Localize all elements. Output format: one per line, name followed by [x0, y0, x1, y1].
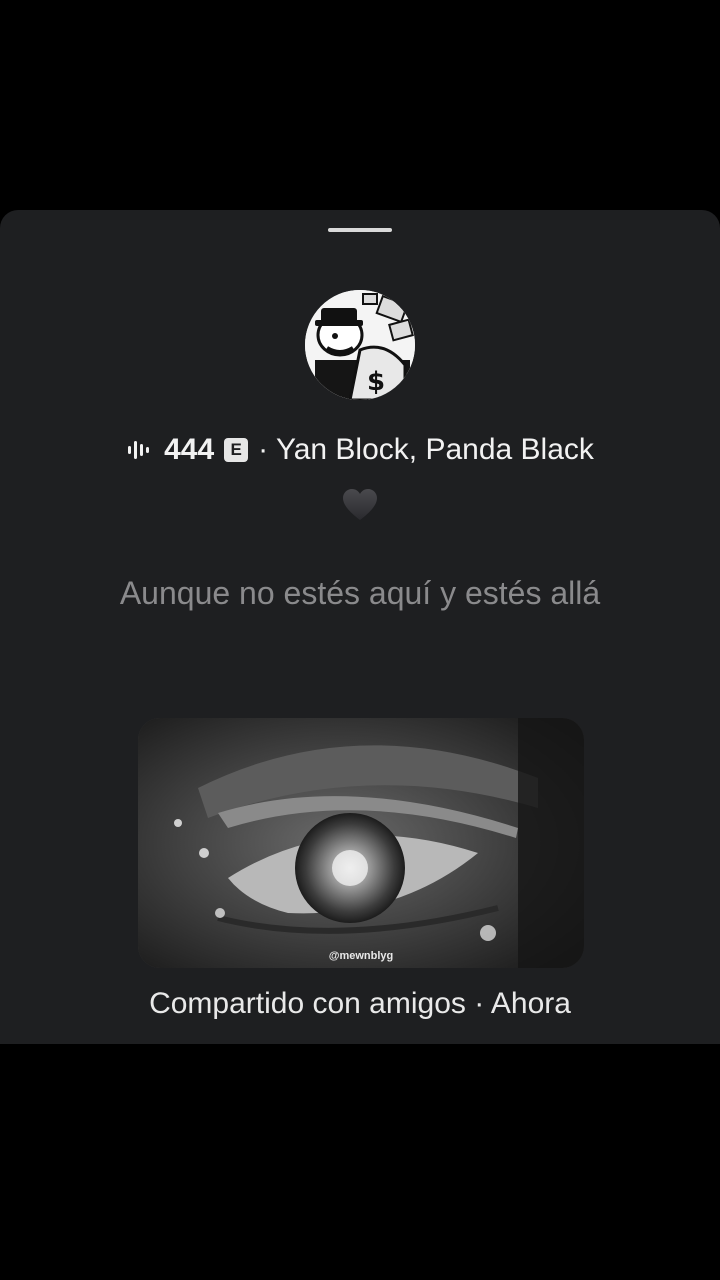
lyric-text: Aunque no estés aquí y estés allá	[119, 575, 601, 611]
svg-text:$: $	[367, 367, 385, 397]
drag-handle[interactable]	[328, 228, 392, 232]
track-title: 444	[164, 433, 215, 466]
audio-bars-icon	[128, 441, 150, 459]
track-info[interactable]: 444 E · Yan Block, Panda Black	[0, 430, 720, 470]
bottom-sheet: $ 444 E · Yan Block, Panda Black Aunque …	[0, 210, 720, 1044]
black-heart-icon	[343, 489, 377, 520]
eye-artwork	[138, 718, 584, 968]
avatar-illustration: $	[305, 290, 415, 400]
share-caption: Compartido con amigos · Ahora	[149, 987, 571, 1020]
artist-names: · Yan Block, Panda Black	[258, 433, 594, 466]
shared-media-thumbnail[interactable]: @mewnblyg	[138, 718, 584, 968]
media-watermark: @mewnblyg	[328, 950, 394, 962]
avatar[interactable]: $	[305, 290, 415, 400]
explicit-icon: E	[224, 438, 249, 462]
